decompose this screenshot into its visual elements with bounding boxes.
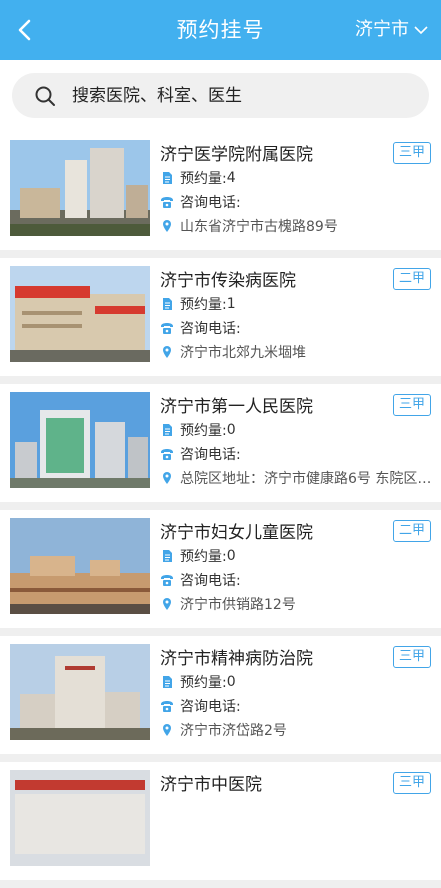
phone-label: 咨询电话:	[180, 699, 241, 715]
location-pin-icon	[163, 724, 171, 736]
hospital-photo	[10, 770, 150, 866]
phone-icon	[161, 575, 173, 586]
phone-label: 咨询电话:	[180, 573, 241, 589]
booking-label: 预约量:	[180, 423, 227, 439]
phone-label: 咨询电话:	[180, 447, 241, 463]
city-label: 济宁市	[355, 19, 409, 40]
booking-count: 0	[226, 548, 236, 564]
booking-label: 预约量:	[180, 171, 227, 187]
phone-label: 咨询电话:	[180, 321, 241, 337]
booking-count: 1	[226, 296, 236, 312]
phone-icon	[161, 323, 173, 334]
booking-row: 预约量: 1	[160, 294, 236, 314]
phone-row: 咨询电话:	[160, 444, 241, 464]
location-pin-icon	[163, 220, 171, 232]
hospital-photo	[10, 140, 150, 236]
address-row: 济宁市济岱路2号	[160, 720, 287, 740]
booking-label: 预约量:	[180, 675, 227, 691]
phone-icon	[161, 701, 173, 712]
hospital-item[interactable]: 济宁市中医院 三甲	[0, 762, 441, 880]
hospital-item[interactable]: 济宁医学院附属医院 三甲 预约量: 4 咨询电话: 山东省济宁市古槐路89号	[0, 132, 441, 250]
hospital-photo	[10, 518, 150, 614]
grade-badge: 三甲	[393, 646, 431, 668]
booking-label: 预约量:	[180, 549, 227, 565]
hospital-photo	[10, 266, 150, 362]
hospital-photo	[10, 644, 150, 740]
phone-icon	[161, 197, 173, 208]
hospital-list: 济宁医学院附属医院 三甲 预约量: 4 咨询电话: 山东省济宁市古槐路89号 济…	[0, 132, 441, 888]
chevron-down-icon	[414, 26, 428, 35]
hospital-name: 济宁市第一人民医院	[160, 397, 313, 417]
phone-icon	[161, 449, 173, 460]
booking-count: 4	[226, 170, 236, 186]
address-row: 总院区地址：济宁市健康路6号 东院区地址：济宁市	[160, 468, 432, 488]
grade-badge: 二甲	[393, 268, 431, 290]
address-text: 总院区地址：济宁市健康路6号 东院区地址：济宁市	[180, 471, 432, 487]
search-bar[interactable]	[12, 73, 429, 118]
address-text: 山东省济宁市古槐路89号	[180, 219, 338, 235]
hospital-item[interactable]: 济宁市第一人民医院 三甲 预约量: 0 咨询电话: 总院区地址：济宁市健康路6号 …	[0, 384, 441, 502]
search-area	[0, 60, 441, 132]
document-icon	[163, 676, 172, 688]
booking-count: 0	[226, 422, 236, 438]
location-pin-icon	[163, 346, 171, 358]
hospital-name: 济宁市传染病医院	[160, 271, 296, 291]
address-text: 济宁市供销路12号	[180, 597, 296, 613]
phone-row: 咨询电话:	[160, 696, 241, 716]
booking-count: 0	[226, 674, 236, 690]
booking-row: 预约量: 0	[160, 546, 236, 566]
phone-row: 咨询电话:	[160, 570, 241, 590]
document-icon	[163, 298, 172, 310]
phone-label: 咨询电话:	[180, 195, 241, 211]
top-bar: 预约挂号 济宁市	[0, 0, 441, 60]
grade-badge: 三甲	[393, 772, 431, 794]
address-row: 济宁市供销路12号	[160, 594, 296, 614]
hospital-name: 济宁市精神病防治院	[160, 649, 313, 669]
booking-row: 预约量: 4	[160, 168, 236, 188]
document-icon	[163, 172, 172, 184]
location-pin-icon	[163, 472, 171, 484]
hospital-name: 济宁医学院附属医院	[160, 145, 313, 165]
booking-row: 预约量: 0	[160, 672, 236, 692]
phone-row: 咨询电话:	[160, 318, 241, 338]
hospital-item[interactable]: 济宁市传染病医院 二甲 预约量: 1 咨询电话: 济宁市北郊九米堌堆	[0, 258, 441, 376]
address-text: 济宁市北郊九米堌堆	[180, 345, 306, 361]
document-icon	[163, 550, 172, 562]
hospital-item[interactable]: 济宁市精神病防治院 三甲 预约量: 0 咨询电话: 济宁市济岱路2号	[0, 636, 441, 754]
grade-badge: 三甲	[393, 142, 431, 164]
document-icon	[163, 424, 172, 436]
search-icon	[35, 86, 55, 106]
hospital-item[interactable]: 济宁市妇女儿童医院 二甲 预约量: 0 咨询电话: 济宁市供销路12号	[0, 510, 441, 628]
address-row: 济宁市北郊九米堌堆	[160, 342, 306, 362]
city-selector[interactable]: 济宁市	[355, 0, 429, 60]
booking-row: 预约量: 0	[160, 420, 236, 440]
location-pin-icon	[163, 598, 171, 610]
hospital-name: 济宁市中医院	[160, 775, 262, 795]
address-text: 济宁市济岱路2号	[180, 723, 287, 739]
address-row: 山东省济宁市古槐路89号	[160, 216, 338, 236]
grade-badge: 三甲	[393, 394, 431, 416]
hospital-name: 济宁市妇女儿童医院	[160, 523, 313, 543]
search-input[interactable]	[70, 84, 394, 107]
booking-label: 预约量:	[180, 297, 227, 313]
hospital-photo	[10, 392, 150, 488]
grade-badge: 二甲	[393, 520, 431, 542]
phone-row: 咨询电话:	[160, 192, 241, 212]
